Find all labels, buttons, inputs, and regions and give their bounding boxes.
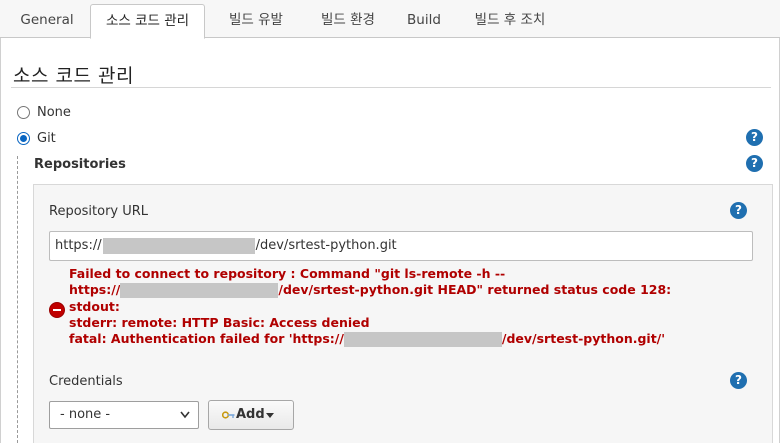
repository-url-label: Repository URL: [49, 204, 149, 219]
redacted-host: [120, 283, 279, 299]
none-radio[interactable]: [17, 105, 30, 119]
redacted-host: [102, 237, 255, 254]
error-line-5: fatal: Authentication failed for 'https:…: [69, 331, 671, 348]
repository-url-help-icon[interactable]: ?: [730, 202, 747, 219]
repository-error-message: Failed to connect to repository : Comman…: [69, 266, 672, 348]
scm-option-none[interactable]: None: [17, 103, 71, 121]
credentials-select[interactable]: - none -: [49, 401, 199, 429]
scm-panel: 소스 코드 관리 None Git ? Repositories ? Repos…: [0, 38, 780, 443]
tab-bar: General 소스 코드 관리 빌드 유발 빌드 환경 Build 빌드 후 …: [0, 0, 780, 39]
caret-down-icon: [266, 413, 274, 418]
credentials-label: Credentials: [49, 374, 123, 389]
chevron-down-icon: [180, 402, 190, 438]
none-label: None: [37, 104, 71, 120]
git-label: Git: [37, 130, 56, 146]
repositories-label: Repositories: [34, 157, 126, 172]
credentials-help-icon[interactable]: ?: [730, 372, 747, 389]
git-options-indent-line: [17, 156, 18, 443]
error-line-2: https:// /dev/srtest-python.git HEAD" ret…: [69, 282, 672, 299]
tab-general[interactable]: General: [10, 4, 84, 39]
error-icon: [49, 302, 65, 318]
tab-build-environment[interactable]: 빌드 환경: [305, 4, 391, 39]
error-url-suffix: /dev/srtest-python.git HEAD" returned st…: [278, 282, 672, 298]
tab-build-triggers[interactable]: 빌드 유발: [213, 4, 299, 39]
git-help-icon[interactable]: ?: [746, 129, 763, 146]
key-icon: [221, 409, 235, 419]
repositories-help-icon[interactable]: ?: [746, 155, 763, 172]
section-title: 소스 코드 관리: [13, 65, 134, 87]
url-suffix: /dev/srtest-python.git: [255, 238, 397, 253]
repository-url-input[interactable]: https:// /dev/srtest-python.git: [49, 231, 753, 261]
error-line-3: stdout:: [69, 298, 120, 314]
error-fatal-suffix: /dev/srtest-python.git/': [501, 331, 666, 347]
error-line-1: Failed to connect to repository : Comman…: [69, 266, 506, 281]
add-credentials-button[interactable]: Add: [208, 400, 294, 430]
error-fatal-prefix: fatal: Authentication failed for 'https:…: [69, 331, 344, 347]
credentials-selected-value: - none -: [60, 407, 111, 422]
error-line-4: stderr: remote: HTTP Basic: Access denie…: [69, 314, 370, 330]
redacted-host: [343, 332, 502, 348]
error-url-prefix: https://: [69, 282, 121, 298]
tab-source-code-management[interactable]: 소스 코드 관리: [90, 4, 205, 39]
tab-build[interactable]: Build: [396, 4, 452, 39]
section-divider: [11, 87, 771, 88]
git-radio[interactable]: [17, 131, 30, 145]
scm-option-git[interactable]: Git: [17, 129, 56, 147]
url-prefix: https://: [55, 238, 102, 253]
add-button-label: Add: [236, 407, 265, 422]
tab-post-build-actions[interactable]: 빌드 후 조치: [460, 4, 560, 39]
